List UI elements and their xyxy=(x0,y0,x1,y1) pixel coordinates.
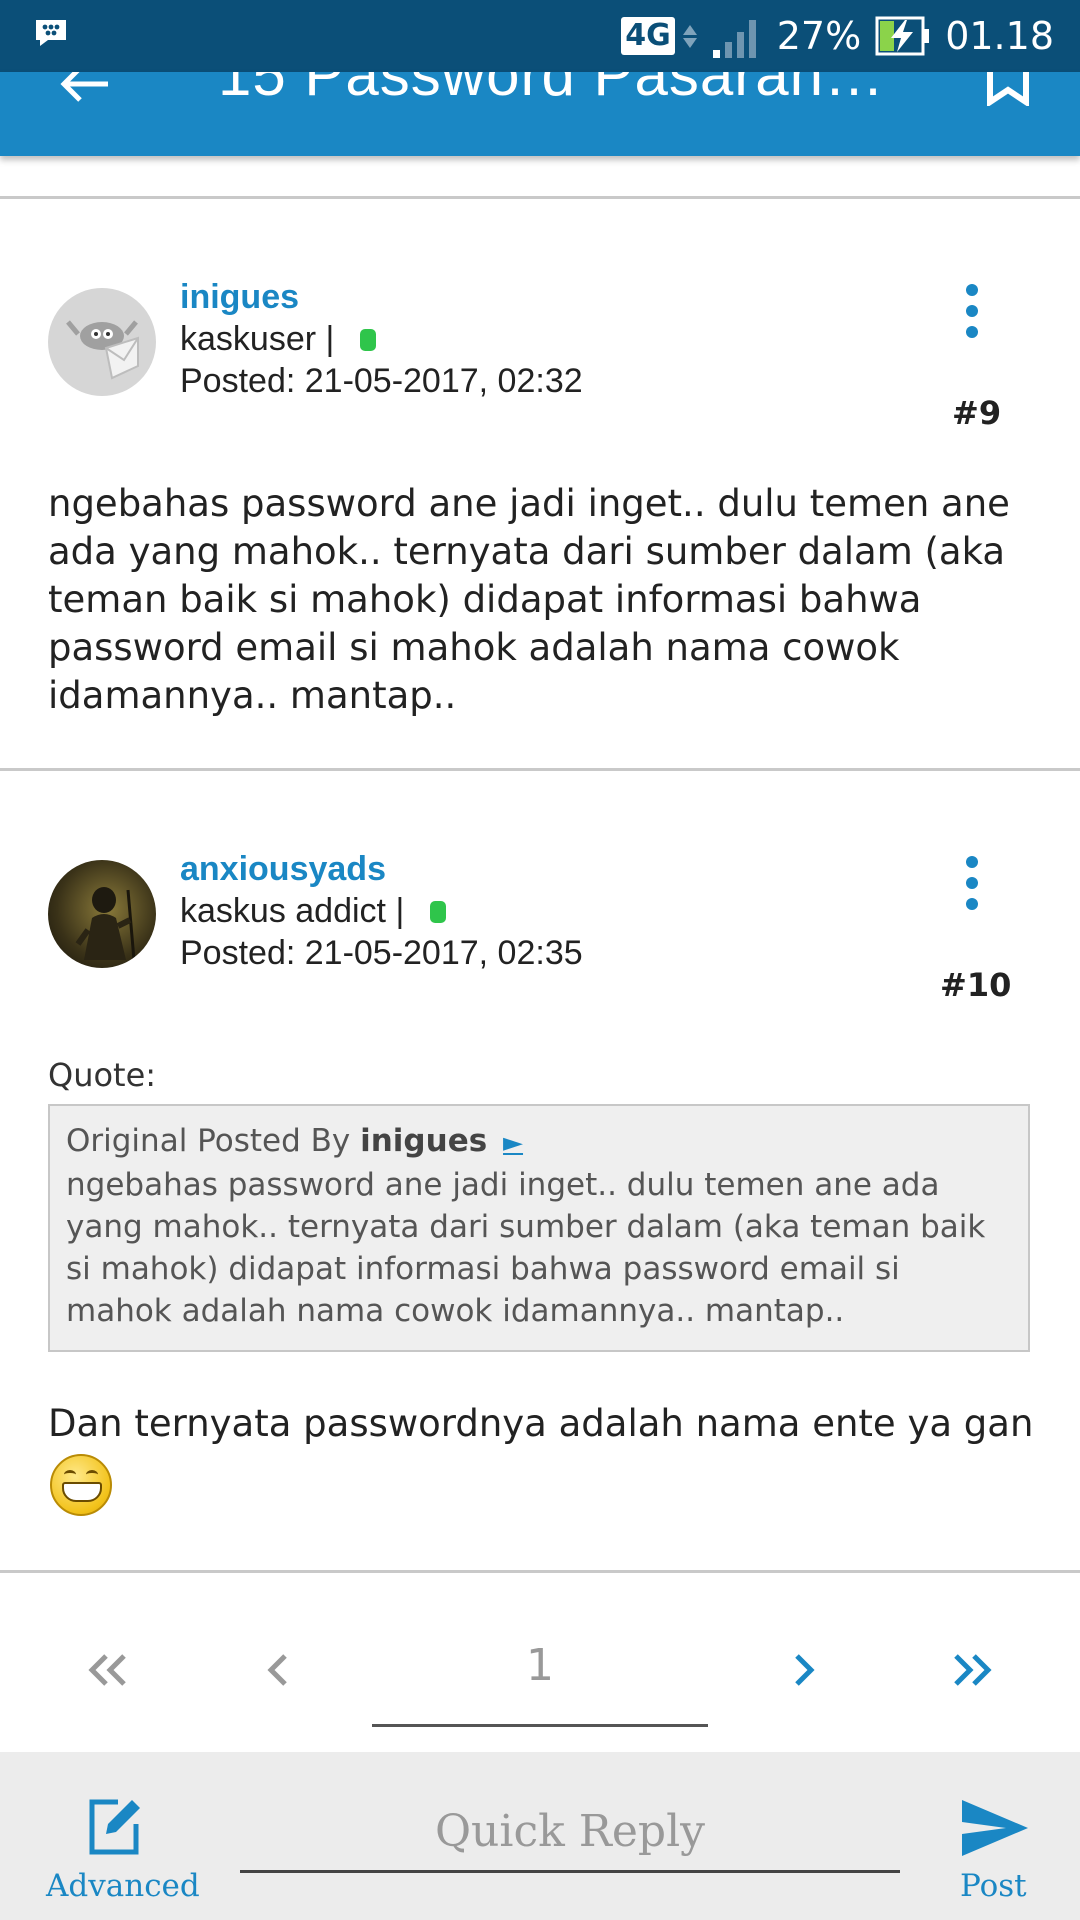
post-body: Dan ternyata passwordnya adalah nama ent… xyxy=(48,1402,1034,1445)
post-number: #9 xyxy=(952,394,1002,432)
quick-reply-underline xyxy=(240,1870,900,1873)
data-activity-icon xyxy=(682,24,697,48)
first-page-icon[interactable] xyxy=(78,1640,138,1700)
bookmark-icon[interactable] xyxy=(986,72,1030,106)
next-page-icon[interactable] xyxy=(774,1640,834,1700)
post-author[interactable]: inigues xyxy=(180,278,299,317)
post-timestamp: Posted: 21-05-2017, 02:32 xyxy=(180,362,583,400)
quote-author[interactable]: inigues xyxy=(360,1123,487,1159)
clock: 01.18 xyxy=(945,14,1054,58)
post-body: ngebahas password ane jadi inget.. dulu … xyxy=(48,482,1010,717)
post-number: #10 xyxy=(940,966,1012,1004)
online-indicator xyxy=(430,900,447,923)
post-timestamp: Posted: 21-05-2017, 02:35 xyxy=(180,934,583,972)
more-vert-icon[interactable] xyxy=(966,856,978,919)
prev-page-icon[interactable] xyxy=(248,1640,308,1700)
divider xyxy=(0,196,1080,199)
avatar[interactable] xyxy=(48,288,156,396)
signal-icon xyxy=(712,20,756,58)
status-bar: 4G 27% 01.18 xyxy=(0,0,1080,72)
battery-charging-icon xyxy=(875,16,930,56)
quote-text: ngebahas password ane jadi inget.. dulu … xyxy=(66,1167,986,1329)
post-author[interactable]: anxiousyads xyxy=(180,850,386,889)
quote-prefix: Original Posted By xyxy=(66,1123,351,1159)
online-indicator xyxy=(360,328,377,351)
quote-source-link[interactable]: ► xyxy=(503,1128,523,1158)
app-bar: 15 Password Pasaran ya... xyxy=(0,72,1080,156)
page-underline xyxy=(372,1724,708,1727)
back-arrow-icon[interactable] xyxy=(58,72,110,104)
more-vert-icon[interactable] xyxy=(966,284,978,347)
battery-percent: 27% xyxy=(776,14,862,58)
bbm-icon xyxy=(36,20,66,46)
user-rank-label: kaskuser | xyxy=(180,320,335,358)
last-page-icon[interactable] xyxy=(942,1640,1002,1700)
divider xyxy=(0,768,1080,771)
user-rank-label: kaskus addict | xyxy=(180,892,405,930)
user-avatar-image xyxy=(75,887,136,961)
network-type-badge: 4G xyxy=(621,17,675,55)
quote-header: Original Posted By inigues ► xyxy=(66,1120,1012,1164)
quick-reply-input[interactable]: Quick Reply xyxy=(240,1806,900,1857)
thread-title: 15 Password Pasaran ya... xyxy=(218,72,898,108)
current-page[interactable]: 1 xyxy=(372,1640,708,1691)
divider xyxy=(0,1570,1080,1573)
quote-label: Quote: xyxy=(48,1056,157,1094)
quote-box: Original Posted By inigues ► ngebahas pa… xyxy=(48,1104,1030,1352)
grin-emoji-icon xyxy=(50,1454,112,1516)
advanced-button[interactable]: Advanced xyxy=(46,1868,200,1904)
post-button[interactable]: Post xyxy=(960,1868,1027,1904)
edit-icon[interactable] xyxy=(88,1798,142,1856)
avatar[interactable] xyxy=(48,860,156,968)
user-rank: kaskus addict | xyxy=(180,892,447,931)
user-rank: kaskuser | xyxy=(180,320,377,359)
send-icon[interactable] xyxy=(962,1800,1028,1856)
default-avatar-icon xyxy=(66,320,139,380)
